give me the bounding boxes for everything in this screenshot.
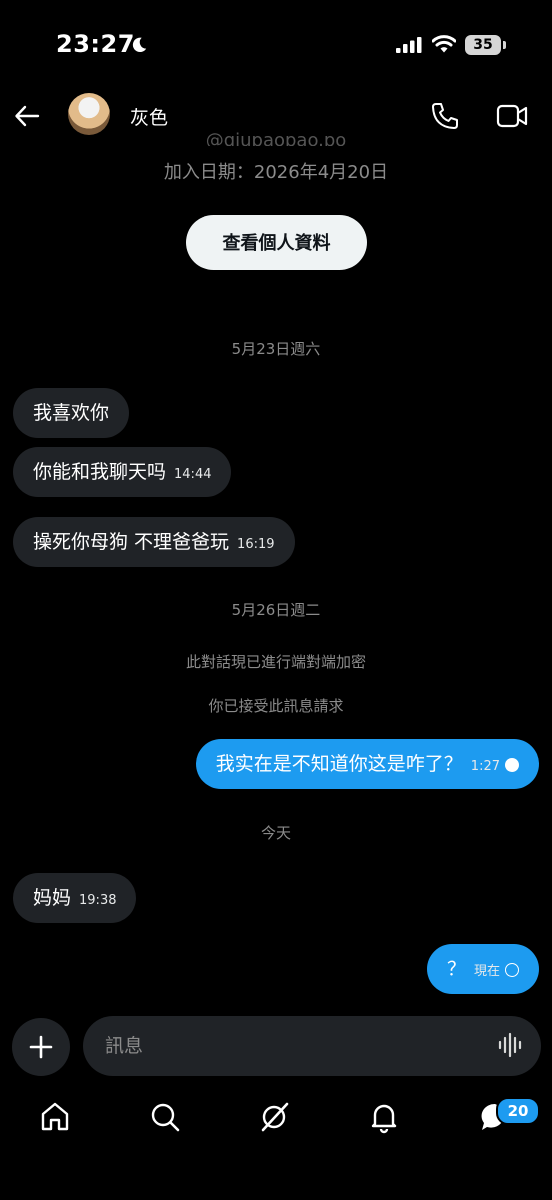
search-icon[interactable] (148, 1100, 182, 1134)
add-attachment-button[interactable] (12, 1018, 70, 1076)
date-separator: 5月23日週六 (231, 340, 321, 358)
message-incoming[interactable]: 我喜欢你 (13, 388, 130, 438)
date-separator: 5月26日週二 (231, 601, 321, 619)
message-input[interactable] (83, 1016, 541, 1076)
voice-message-icon[interactable] (498, 1032, 524, 1058)
notifications-bell-icon[interactable] (367, 1100, 401, 1134)
back-arrow-icon[interactable] (14, 103, 40, 129)
battery-indicator: 35 (465, 35, 501, 55)
message-incoming[interactable]: 妈妈 19:38 (13, 873, 137, 923)
contact-name[interactable]: 灰色 (130, 103, 168, 130)
request-accepted-notice: 你已接受此訊息請求 (208, 697, 344, 715)
message-text: 妈妈 (33, 887, 72, 909)
avatar[interactable] (68, 93, 110, 135)
sent-check-icon (505, 963, 519, 977)
message-text: 操死你母狗 不理爸爸玩 (33, 531, 230, 553)
encryption-notice: 此對話現已進行端對端加密 (185, 653, 366, 671)
message-time: 現在 (473, 964, 500, 979)
message-time: 14:44 (174, 467, 212, 482)
message-outgoing[interactable]: ？ 現在 (426, 944, 539, 994)
message-text: 你能和我聊天吗 (33, 461, 167, 483)
status-time: 23:27 (56, 30, 135, 58)
message-time: 19:38 (79, 893, 117, 908)
wifi-icon (432, 35, 456, 53)
join-date: 加入日期：2026年4月20日 (163, 162, 389, 183)
grok-icon[interactable] (257, 1100, 291, 1134)
phone-icon[interactable] (430, 101, 460, 131)
message-incoming[interactable]: 你能和我聊天吗 14:44 (13, 447, 232, 497)
home-icon[interactable] (38, 1100, 72, 1134)
message-incoming[interactable]: 操死你母狗 不理爸爸玩 16:19 (13, 517, 295, 567)
message-outgoing[interactable]: 我实在是不知道你这是咋了？ 1:27 (195, 739, 539, 789)
battery-tip (503, 41, 506, 49)
read-check-icon (505, 758, 519, 772)
message-text: 我实在是不知道你这是咋了？ (215, 753, 463, 775)
plus-icon (29, 1035, 53, 1059)
message-time: 16:19 (237, 537, 275, 552)
messages-badge: 20 (496, 1097, 540, 1125)
profile-handle: @qiupaopao.po (205, 130, 347, 146)
moon-icon (132, 37, 147, 53)
message-text: ？ (446, 958, 466, 980)
video-call-icon[interactable] (496, 102, 528, 130)
view-profile-button[interactable]: 查看個人資料 (186, 215, 367, 270)
cellular-signal-icon (396, 37, 422, 53)
date-separator: 今天 (260, 824, 291, 842)
message-time: 1:27 (470, 759, 500, 774)
message-text: 我喜欢你 (33, 402, 110, 424)
